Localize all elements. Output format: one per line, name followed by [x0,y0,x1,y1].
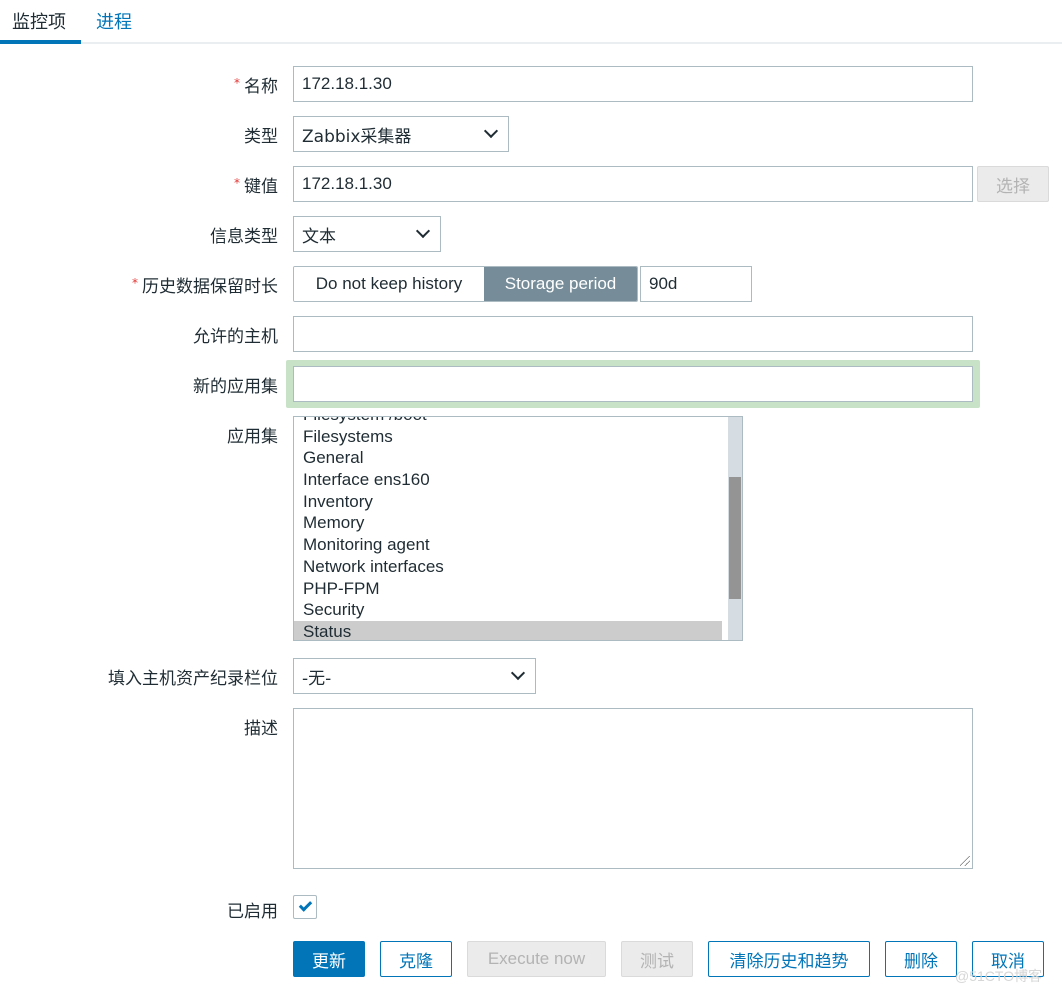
list-item[interactable]: Memory [294,512,730,534]
name-label: * 名称 [234,76,278,97]
list-item-selected[interactable]: Status [294,620,722,640]
inventory-field-select[interactable]: -无- [293,658,536,694]
update-button[interactable]: 更新 [293,941,365,977]
applications-listbox[interactable]: Filesystem /boot Filesystems General Int… [293,416,743,641]
test-button[interactable]: 测试 [621,941,693,977]
history-label: * 历史数据保留时长 [132,276,278,297]
execute-now-button[interactable]: Execute now [467,941,606,977]
info-type-label: 信息类型 [210,227,278,247]
tab-process[interactable]: 进程 [96,8,132,34]
history-period-input[interactable]: 90d [640,266,752,302]
key-label: * 键值 [234,176,278,197]
applications-label: 应用集 [227,427,278,447]
list-item[interactable]: Filesystems [294,426,730,448]
required-asterisk: * [132,276,138,290]
type-select[interactable]: Zabbix采集器 [293,116,509,152]
required-asterisk: * [234,76,240,90]
delete-button[interactable]: 删除 [885,941,957,977]
list-item[interactable]: General [294,447,730,469]
description-textarea[interactable] [293,708,973,869]
clone-button[interactable]: 克隆 [380,941,452,977]
chevron-down-icon [415,223,431,239]
inventory-field-label: 填入主机资产纪录栏位 [108,669,278,689]
resize-handle-icon[interactable] [960,856,970,866]
chevron-down-icon [483,123,499,139]
enabled-label: 已启用 [227,902,278,922]
checkmark-icon [298,898,313,912]
required-asterisk: * [234,176,240,190]
allowed-hosts-input[interactable] [293,316,973,352]
watermark: @51CTO博客 [955,968,1043,984]
chevron-down-icon [510,665,526,681]
list-item[interactable]: Interface ens160 [294,469,730,491]
list-item[interactable]: Filesystem /boot [294,417,730,426]
select-key-button[interactable]: 选择 [977,166,1049,202]
new-application-label: 新的应用集 [193,377,278,397]
storage-period-option[interactable]: Storage period [484,267,637,301]
info-type-select[interactable]: 文本 [293,216,441,252]
tab-bar: 监控项 进程 [0,0,1062,44]
applications-list: Filesystem /boot Filesystems General Int… [294,417,730,640]
active-tab-indicator [0,40,81,44]
list-item[interactable]: Network interfaces [294,556,730,578]
do-not-keep-history-option[interactable]: Do not keep history [294,267,484,301]
new-application-input[interactable] [293,366,973,402]
list-item[interactable]: Monitoring agent [294,534,730,556]
list-item[interactable]: Inventory [294,491,730,513]
scrollbar-thumb[interactable] [729,477,741,599]
type-label: 类型 [244,127,278,147]
key-input[interactable]: 172.18.1.30 [293,166,973,202]
enabled-checkbox[interactable] [293,895,317,919]
clear-history-button[interactable]: 清除历史和趋势 [708,941,870,977]
allowed-hosts-label: 允许的主机 [193,327,278,347]
tab-item[interactable]: 监控项 [12,8,66,34]
name-input[interactable]: 172.18.1.30 [293,66,973,102]
history-mode-toggle: Do not keep history Storage period [293,266,638,302]
listbox-scrollbar[interactable] [728,417,742,640]
description-label: 描述 [244,719,278,739]
list-item[interactable]: Security [294,599,730,621]
list-item[interactable]: PHP-FPM [294,578,730,600]
